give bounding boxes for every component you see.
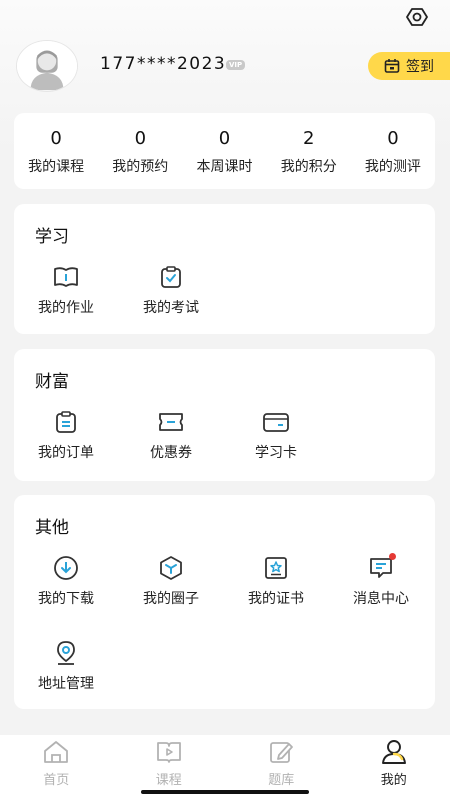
item-label: 我的下载 (38, 591, 94, 607)
play-book-icon (156, 742, 181, 763)
stat-label: 我的积分 (280, 159, 337, 175)
wealth-section: 财富 我的订单 优惠券 学习卡 (14, 349, 435, 481)
item-label: 我的考试 (143, 300, 199, 316)
stat-value: 2 (302, 128, 315, 149)
calendar-icon (384, 59, 400, 73)
stat-label: 我的预约 (112, 159, 169, 175)
stat-my-courses[interactable]: 0 我的课程 (14, 113, 98, 189)
section-title: 其他 (35, 518, 69, 538)
stat-label: 我的测评 (364, 159, 421, 175)
item-label: 我的证书 (248, 591, 304, 607)
item-label: 我的圈子 (143, 591, 199, 607)
stats-card: 0 我的课程 0 我的预约 0 本周课时 2 我的积分 0 我的测评 (14, 113, 435, 189)
my-homework-item[interactable]: 我的作业 (14, 264, 118, 317)
book-icon (54, 267, 78, 287)
item-label: 我的订单 (38, 445, 94, 461)
my-downloads-item[interactable]: 我的下载 (14, 555, 118, 608)
item-label: 我的作业 (38, 300, 94, 316)
tab-label: 题库 (268, 773, 295, 788)
stat-weekly-hours[interactable]: 0 本周课时 (182, 113, 266, 189)
user-phone: 177****2023 (100, 54, 227, 74)
order-icon (56, 411, 76, 433)
address-management-item[interactable]: 地址管理 (14, 640, 118, 693)
study-section: 学习 我的作业 我的考试 (14, 204, 435, 334)
study-card-item[interactable]: 学习卡 (224, 409, 328, 462)
coupon-icon (159, 413, 183, 431)
avatar[interactable] (16, 40, 78, 92)
section-title: 学习 (35, 227, 69, 247)
section-title: 财富 (35, 372, 69, 392)
checkin-label: 签到 (406, 59, 434, 75)
tab-home[interactable]: 首页 (0, 735, 113, 800)
stat-my-points[interactable]: 2 我的积分 (267, 113, 351, 189)
clipboard-check-icon (161, 266, 181, 288)
item-label: 消息中心 (353, 591, 409, 607)
my-certificates-item[interactable]: 我的证书 (224, 555, 328, 608)
edit-icon (270, 742, 294, 763)
my-orders-item[interactable]: 我的订单 (14, 409, 118, 462)
stat-my-assessments[interactable]: 0 我的测评 (351, 113, 435, 189)
stat-value: 0 (218, 128, 231, 149)
stat-label: 本周课时 (196, 159, 253, 175)
vip-badge: VIP (226, 60, 246, 70)
circle-icon (160, 556, 182, 580)
download-icon (54, 556, 78, 580)
home-indicator (141, 790, 309, 794)
stat-my-appointments[interactable]: 0 我的预约 (98, 113, 182, 189)
profile-header: 177****2023 VIP 签到 (16, 40, 450, 92)
gear-icon (406, 8, 428, 26)
stat-value: 0 (387, 128, 399, 149)
avatar-placeholder-icon (17, 41, 77, 91)
stat-label: 我的课程 (28, 159, 85, 175)
home-icon (44, 741, 69, 763)
settings-button[interactable] (406, 6, 428, 28)
card-icon (263, 413, 289, 432)
item-label: 优惠券 (150, 445, 192, 461)
coupons-item[interactable]: 优惠券 (119, 409, 223, 462)
my-circles-item[interactable]: 我的圈子 (119, 555, 223, 608)
message-center-item[interactable]: 消息中心 (329, 553, 433, 608)
certificate-icon (265, 557, 287, 579)
tab-label: 课程 (155, 773, 182, 788)
tab-label: 首页 (43, 773, 70, 788)
other-section: 其他 我的下载 我的圈子 我的证书 消息中心 地址管理 (14, 495, 435, 709)
notification-dot (389, 553, 396, 560)
tab-label: 我的 (380, 773, 407, 788)
stat-value: 0 (50, 128, 62, 149)
tab-mine[interactable]: 我的 (338, 735, 450, 800)
item-label: 地址管理 (38, 676, 94, 692)
item-label: 学习卡 (255, 445, 297, 461)
checkin-button[interactable]: 签到 (368, 52, 450, 80)
user-icon (381, 740, 406, 764)
location-icon (57, 641, 75, 665)
stat-value: 0 (134, 128, 147, 149)
my-exam-item[interactable]: 我的考试 (119, 264, 223, 317)
